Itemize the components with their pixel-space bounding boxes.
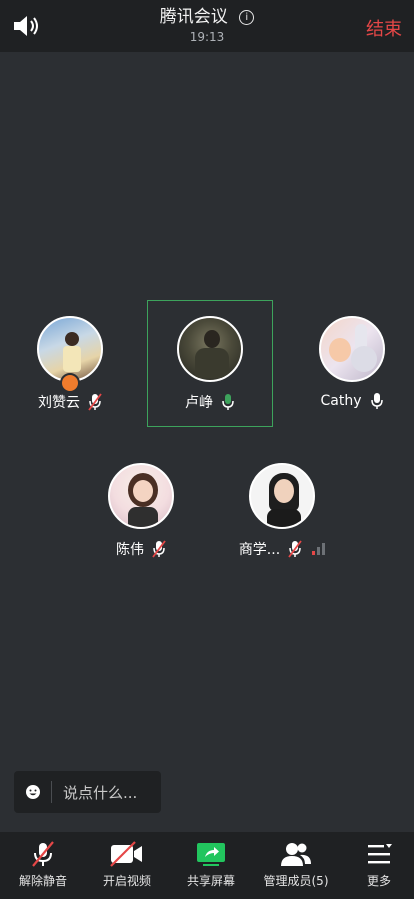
share-screen-label: 共享屏幕	[186, 874, 235, 888]
meeting-title: 腾讯会议	[159, 7, 228, 27]
meeting-time: 19:13	[189, 30, 225, 44]
mic-active-icon	[222, 394, 234, 410]
avatar	[319, 316, 385, 382]
mic-muted-icon	[32, 841, 54, 867]
more-menu-icon	[368, 844, 392, 864]
more-button[interactable]: 更多	[350, 840, 408, 889]
unmute-label: 解除静音	[18, 874, 67, 888]
participant-name: Cathy	[320, 393, 362, 409]
participant-tile[interactable]: 卢峥	[155, 316, 265, 412]
participant-tile[interactable]: 陈伟	[86, 463, 196, 559]
start-video-button[interactable]: 开启视频	[92, 840, 162, 889]
start-video-label: 开启视频	[102, 874, 151, 888]
participant-tile[interactable]: 刘赞云	[15, 316, 125, 412]
end-button[interactable]: 结束	[366, 15, 402, 41]
members-icon	[281, 843, 311, 866]
manage-members-label: 管理成员(5)	[263, 874, 329, 888]
unmute-button[interactable]: 解除静音	[8, 840, 78, 889]
host-badge-icon	[60, 373, 80, 393]
divider	[51, 781, 52, 803]
participant-name: 陈伟	[116, 542, 144, 558]
avatar	[108, 463, 174, 529]
mic-muted-icon	[152, 540, 166, 558]
participant-name: 商学...	[238, 542, 281, 558]
more-label: 更多	[366, 874, 391, 888]
participant-tile[interactable]: Cathy	[297, 316, 407, 410]
share-screen-icon	[197, 843, 225, 866]
participant-tile[interactable]: 商学...	[227, 463, 337, 559]
avatar	[177, 316, 243, 382]
participant-name: 刘赞云	[38, 395, 80, 411]
signal-strength-icon	[312, 543, 326, 555]
mic-icon	[370, 393, 383, 409]
share-screen-button[interactable]: 共享屏幕	[176, 840, 246, 889]
emoji-icon[interactable]	[25, 784, 41, 800]
bottom-toolbar: 解除静音 开启视频 共享屏幕 管理成员(5) 更多	[0, 832, 414, 899]
mic-muted-icon	[88, 393, 102, 411]
info-icon[interactable]: i	[239, 10, 255, 25]
video-off-icon	[110, 841, 142, 867]
chat-input[interactable]: 说点什么...	[14, 771, 161, 813]
top-bar: 腾讯会议 i 19:13 结束	[0, 0, 414, 52]
mic-muted-icon	[288, 540, 302, 558]
manage-members-button[interactable]: 管理成员(5)	[258, 840, 334, 889]
chat-placeholder: 说点什么...	[63, 783, 138, 802]
participant-name: 卢峥	[185, 395, 213, 411]
avatar	[249, 463, 315, 529]
